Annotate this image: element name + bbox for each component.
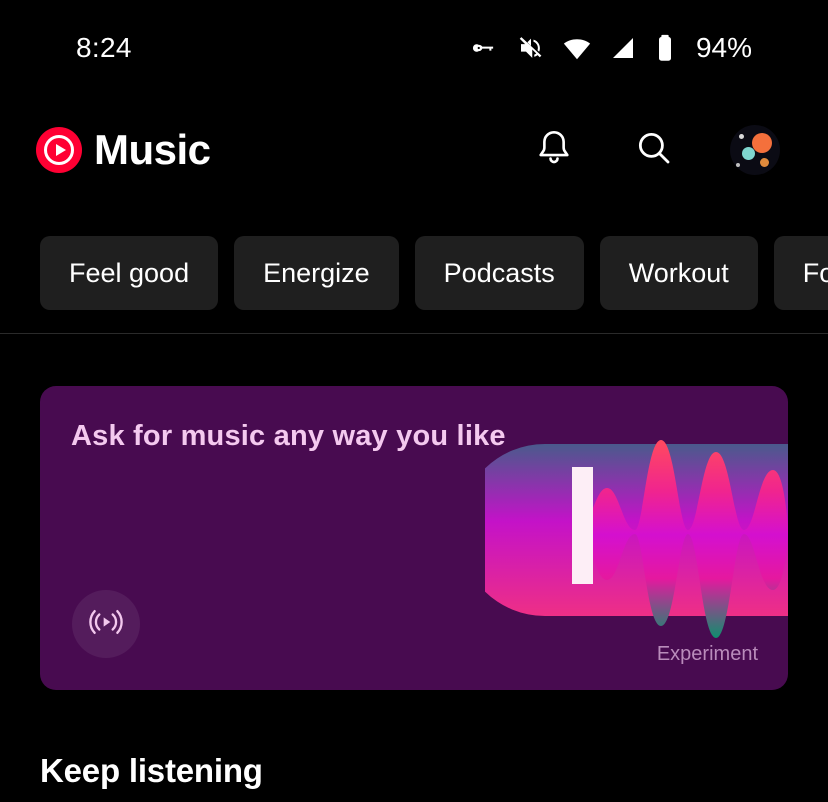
category-chips-row[interactable]: Feel good Energize Podcasts Workout Focu… xyxy=(0,235,828,311)
status-bar-clock: 8:24 xyxy=(76,32,132,64)
chip-focus[interactable]: Focus xyxy=(774,236,828,310)
header-divider xyxy=(0,333,828,334)
ask-for-music-card[interactable]: Ask for music any way you like xyxy=(40,386,788,690)
wifi-icon xyxy=(562,33,592,63)
app-bar-actions xyxy=(530,125,780,175)
search-icon xyxy=(633,127,675,174)
ask-music-voice-icon xyxy=(86,602,126,647)
status-bar-icons: 94% xyxy=(470,32,752,64)
app-bar: Music xyxy=(0,108,828,192)
brand-name-label: Music xyxy=(94,126,211,174)
chip-workout[interactable]: Workout xyxy=(600,236,758,310)
audio-waveform-graphic xyxy=(485,430,788,660)
ask-for-music-title: Ask for music any way you like xyxy=(71,420,506,453)
text-cursor-graphic xyxy=(572,467,593,584)
section-title-keep-listening: Keep listening xyxy=(40,752,263,790)
cellular-signal-icon xyxy=(608,33,638,63)
chip-podcasts[interactable]: Podcasts xyxy=(415,236,584,310)
status-bar: 8:24 xyxy=(0,0,828,96)
battery-icon xyxy=(654,33,676,63)
search-button[interactable] xyxy=(630,126,678,174)
volume-off-icon xyxy=(516,33,546,63)
notifications-button[interactable] xyxy=(530,126,578,174)
brand-logo-group[interactable]: Music xyxy=(36,126,211,174)
youtube-music-logo-icon xyxy=(36,127,82,173)
experiment-badge: Experiment xyxy=(657,643,758,666)
avatar xyxy=(752,133,772,153)
youtube-music-home-screen: 8:24 xyxy=(0,0,828,802)
vpn-key-icon xyxy=(470,33,500,63)
chip-feel-good[interactable]: Feel good xyxy=(40,236,218,310)
chip-energize[interactable]: Energize xyxy=(234,236,399,310)
battery-percent-label: 94% xyxy=(696,32,752,64)
account-avatar-button[interactable] xyxy=(730,125,780,175)
ask-music-voice-button[interactable] xyxy=(72,590,140,658)
bell-icon xyxy=(533,127,575,174)
